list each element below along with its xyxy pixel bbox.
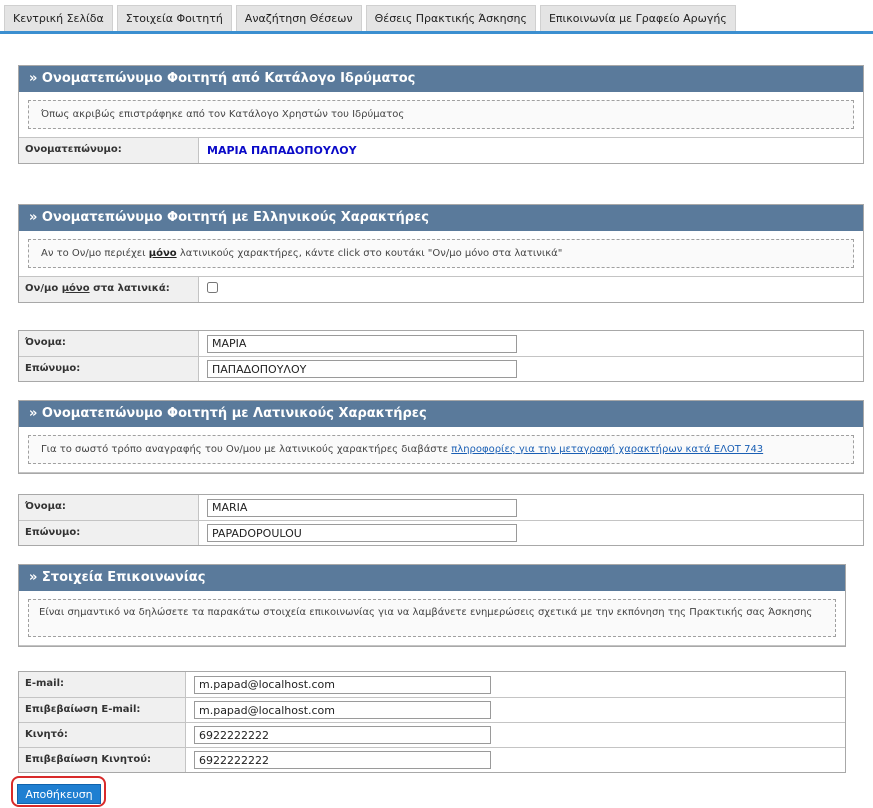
email-row: E-mail: <box>19 672 845 697</box>
mobile-row: Κινητό: <box>19 722 845 747</box>
first-name-label: Όνομα: <box>19 495 199 520</box>
tab-underline <box>0 31 873 34</box>
info-note: Είναι σημαντικό να δηλώσετε τα παρακάτω … <box>28 599 836 637</box>
latin-only-row: Ον/μο μόνο στα λατινικά: <box>19 277 863 302</box>
latin-only-checkbox[interactable] <box>207 282 218 293</box>
top-tabs: Κεντρική Σελίδα Στοιχεία Φοιτητή Αναζήτη… <box>4 5 736 31</box>
latin-last-name-row: Επώνυμο: <box>19 520 863 545</box>
full-name-label: Ονοματεπώνυμο: <box>19 138 199 163</box>
tab-position-search[interactable]: Αναζήτηση Θέσεων <box>235 5 362 31</box>
tab-internship-positions[interactable]: Θέσεις Πρακτικής Άσκησης <box>365 5 536 31</box>
latin-only-label: Ον/μο μόνο στα λατινικά: <box>19 277 199 302</box>
latin-last-name-input[interactable] <box>207 524 517 542</box>
elot-743-link[interactable]: πληροφορίες για την μεταγραφή χαρακτήρων… <box>451 444 763 455</box>
latin-first-name-input[interactable] <box>207 498 517 517</box>
email-confirm-input[interactable] <box>194 701 491 719</box>
last-name-label: Επώνυμο: <box>19 357 199 381</box>
first-name-label: Όνομα: <box>19 331 199 356</box>
mobile-confirm-input[interactable] <box>194 751 491 769</box>
contact-fields: E-mail: Επιβεβαίωση E-mail: Κινητό: Επιβ… <box>18 671 846 773</box>
tab-home[interactable]: Κεντρική Σελίδα <box>4 5 113 31</box>
greek-name-panel: » Ονοματεπώνυμο Φοιτητή με Ελληνικούς Χα… <box>18 204 864 303</box>
email-confirm-label: Επιβεβαίωση E-mail: <box>19 698 186 722</box>
email-label: E-mail: <box>19 672 186 697</box>
mobile-input[interactable] <box>194 726 491 744</box>
latin-name-panel: » Ονοματεπώνυμο Φοιτητή με Λατινικούς Χα… <box>18 400 864 474</box>
tab-student-info[interactable]: Στοιχεία Φοιτητή <box>116 5 232 31</box>
greek-first-name-row: Όνομα: <box>19 331 863 356</box>
greek-name-fields: Όνομα: Επώνυμο: <box>18 330 864 382</box>
latin-name-fields: Όνομα: Επώνυμο: <box>18 494 864 546</box>
panel-title: » Ονοματεπώνυμο Φοιτητή με Ελληνικούς Χα… <box>19 205 863 231</box>
greek-last-name-row: Επώνυμο: <box>19 356 863 381</box>
institution-name-panel: » Ονοματεπώνυμο Φοιτητή από Κατάλογο Ιδρ… <box>18 65 864 164</box>
tab-contact-helpdesk[interactable]: Επικοινωνία με Γραφείο Αρωγής <box>539 5 736 31</box>
greek-last-name-input[interactable] <box>207 360 517 378</box>
contact-panel: » Στοιχεία Επικοινωνίας Είναι σημαντικό … <box>18 564 846 647</box>
panel-title: » Στοιχεία Επικοινωνίας <box>19 565 845 591</box>
greek-first-name-input[interactable] <box>207 334 517 353</box>
mobile-confirm-label: Επιβεβαίωση Κινητού: <box>19 748 186 772</box>
save-button[interactable]: Αποθήκευση <box>17 784 101 804</box>
mobile-label: Κινητό: <box>19 723 186 747</box>
panel-title: » Ονοματεπώνυμο Φοιτητή από Κατάλογο Ιδρ… <box>19 66 863 92</box>
last-name-label: Επώνυμο: <box>19 521 199 545</box>
latin-first-name-row: Όνομα: <box>19 495 863 520</box>
full-name-value: ΜΑΡΙΑ ΠΑΠΑΔΟΠΟΥΛΟΥ <box>207 144 357 157</box>
mobile-confirm-row: Επιβεβαίωση Κινητού: <box>19 747 845 772</box>
email-confirm-row: Επιβεβαίωση E-mail: <box>19 697 845 722</box>
info-note: Αν το Ον/μο περιέχει μόνο λατινικούς χαρ… <box>28 239 854 268</box>
info-note: Για το σωστό τρόπο αναγραφής του Ον/μου … <box>28 435 854 464</box>
info-note: Όπως ακριβώς επιστράφηκε από τον Κατάλογ… <box>28 100 854 129</box>
panel-title: » Ονοματεπώνυμο Φοιτητή με Λατινικούς Χα… <box>19 401 863 427</box>
full-name-row: Ονοματεπώνυμο: ΜΑΡΙΑ ΠΑΠΑΔΟΠΟΥΛΟΥ <box>19 138 863 163</box>
email-input[interactable] <box>194 675 491 694</box>
